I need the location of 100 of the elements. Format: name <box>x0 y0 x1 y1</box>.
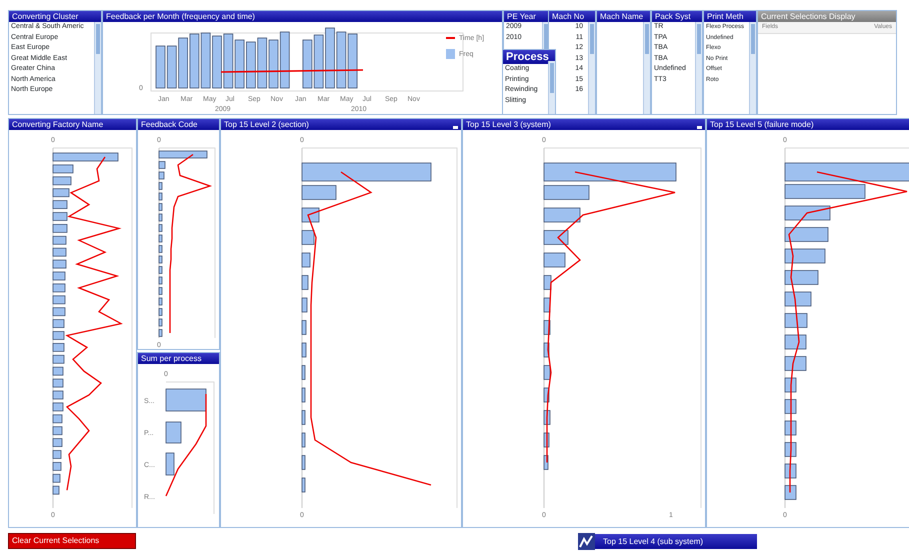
chart-bar <box>544 208 580 222</box>
chart-bar <box>52 307 66 316</box>
chart-bar <box>158 308 162 316</box>
chart-bar <box>52 366 64 376</box>
chart-bar <box>544 230 568 245</box>
chart-bar <box>158 234 162 242</box>
panel-title: Sum per process <box>141 353 202 364</box>
chart-bar <box>280 32 290 88</box>
scrollbar[interactable] <box>94 22 101 114</box>
chart-bar <box>166 452 174 476</box>
chart-bar <box>52 176 72 186</box>
chart-bar <box>544 298 550 312</box>
chart-bar <box>158 192 162 200</box>
chart-bar <box>52 402 64 412</box>
chart-bar <box>158 161 166 169</box>
chart-bar <box>158 256 162 264</box>
chart-bar <box>348 34 358 88</box>
chart-bar <box>166 388 206 412</box>
chart-bar <box>52 354 64 364</box>
chart-bar <box>784 485 796 500</box>
scrollbar-thumb[interactable] <box>697 24 701 54</box>
panel-title: PE Year <box>507 11 536 22</box>
chart-bar <box>302 388 306 402</box>
chart-bar <box>158 276 162 284</box>
chart-bar <box>784 399 796 414</box>
chart-bar <box>212 36 222 88</box>
minimize-icon[interactable] <box>453 126 458 128</box>
panel-title: Converting Factory Name <box>12 119 104 130</box>
chart-bar <box>52 200 68 209</box>
chart-bar <box>223 34 234 88</box>
chart-bar <box>302 432 306 448</box>
chart-bar <box>52 462 62 471</box>
chart-bar <box>257 38 268 88</box>
panel-title: Current Selections Display <box>761 11 856 22</box>
chart-bar <box>544 455 548 470</box>
chart-bar <box>52 212 68 221</box>
chart-bar <box>302 455 306 470</box>
chart-bar <box>158 287 162 295</box>
scrollbar-thumb[interactable] <box>96 24 100 54</box>
chart-bar <box>784 206 830 220</box>
scrollbar[interactable] <box>749 22 756 114</box>
chart-bar <box>302 410 306 425</box>
legend-swatch-icon <box>446 49 455 59</box>
chart-bar <box>302 320 306 335</box>
scrollbar-thumb[interactable] <box>550 63 554 93</box>
chart-bar <box>158 266 162 274</box>
scrollbar-thumb[interactable] <box>544 24 548 49</box>
panel-title: Pack Syst <box>655 11 691 22</box>
panel-title: Top 15 Level 2 (section) <box>224 119 309 130</box>
chart-bar <box>784 334 806 350</box>
chart-bar <box>52 224 68 233</box>
chart-bar <box>158 224 162 232</box>
panel-title: Process <box>506 50 549 64</box>
scrollbar[interactable] <box>548 61 555 114</box>
scrollbar[interactable] <box>695 22 702 114</box>
chart-bar <box>158 329 162 337</box>
chart-bar <box>325 28 335 88</box>
scrollbar[interactable] <box>643 22 650 114</box>
chart-bar <box>52 426 62 436</box>
chart-bar <box>314 34 324 88</box>
chart-bar <box>52 260 66 268</box>
chart-bar <box>158 245 162 253</box>
scrollbar-thumb[interactable] <box>645 24 649 54</box>
chart-icon[interactable] <box>578 533 595 550</box>
chart-bar <box>52 248 66 257</box>
chart-bar <box>784 227 828 242</box>
chart-bar <box>190 34 200 88</box>
chart-bar <box>52 486 60 495</box>
chart-bar <box>544 432 550 448</box>
chart-bar <box>52 438 62 447</box>
chart-bar <box>302 478 306 492</box>
chart-bar <box>302 230 314 245</box>
chart-bar <box>544 365 550 380</box>
chart-bar <box>52 450 62 459</box>
panel-title: Print Meth <box>707 11 744 22</box>
chart-bar <box>52 414 62 424</box>
legend-line-icon <box>446 37 455 39</box>
scrollbar-thumb[interactable] <box>751 24 755 54</box>
chart-bar <box>784 420 796 436</box>
scrollbar-thumb[interactable] <box>590 24 594 54</box>
chart-bar <box>544 388 550 402</box>
minimized-chart-tab[interactable]: Top 15 Level 4 (sub system) <box>595 534 757 549</box>
chart-bar <box>200 32 211 88</box>
chart-bar <box>156 46 166 88</box>
chart-bar <box>302 208 320 222</box>
chart-bar <box>52 331 64 340</box>
chart-bar <box>784 356 806 371</box>
panel-title: Mach Name <box>600 11 644 22</box>
chart-bar <box>336 32 346 88</box>
chart-bar <box>784 464 796 478</box>
chart-bar <box>52 284 66 292</box>
scrollbar[interactable] <box>588 22 595 114</box>
clear-selections-button[interactable]: Clear Current Selections <box>8 533 136 549</box>
chart-bar <box>52 152 118 162</box>
minimize-icon[interactable] <box>697 126 702 128</box>
chart-bar <box>158 298 162 306</box>
chart-bar <box>544 342 550 358</box>
panel-title: Top 15 Level 3 (system) <box>466 119 551 130</box>
panel-title: Converting Cluster <box>12 11 78 22</box>
chart-bar <box>784 248 826 264</box>
